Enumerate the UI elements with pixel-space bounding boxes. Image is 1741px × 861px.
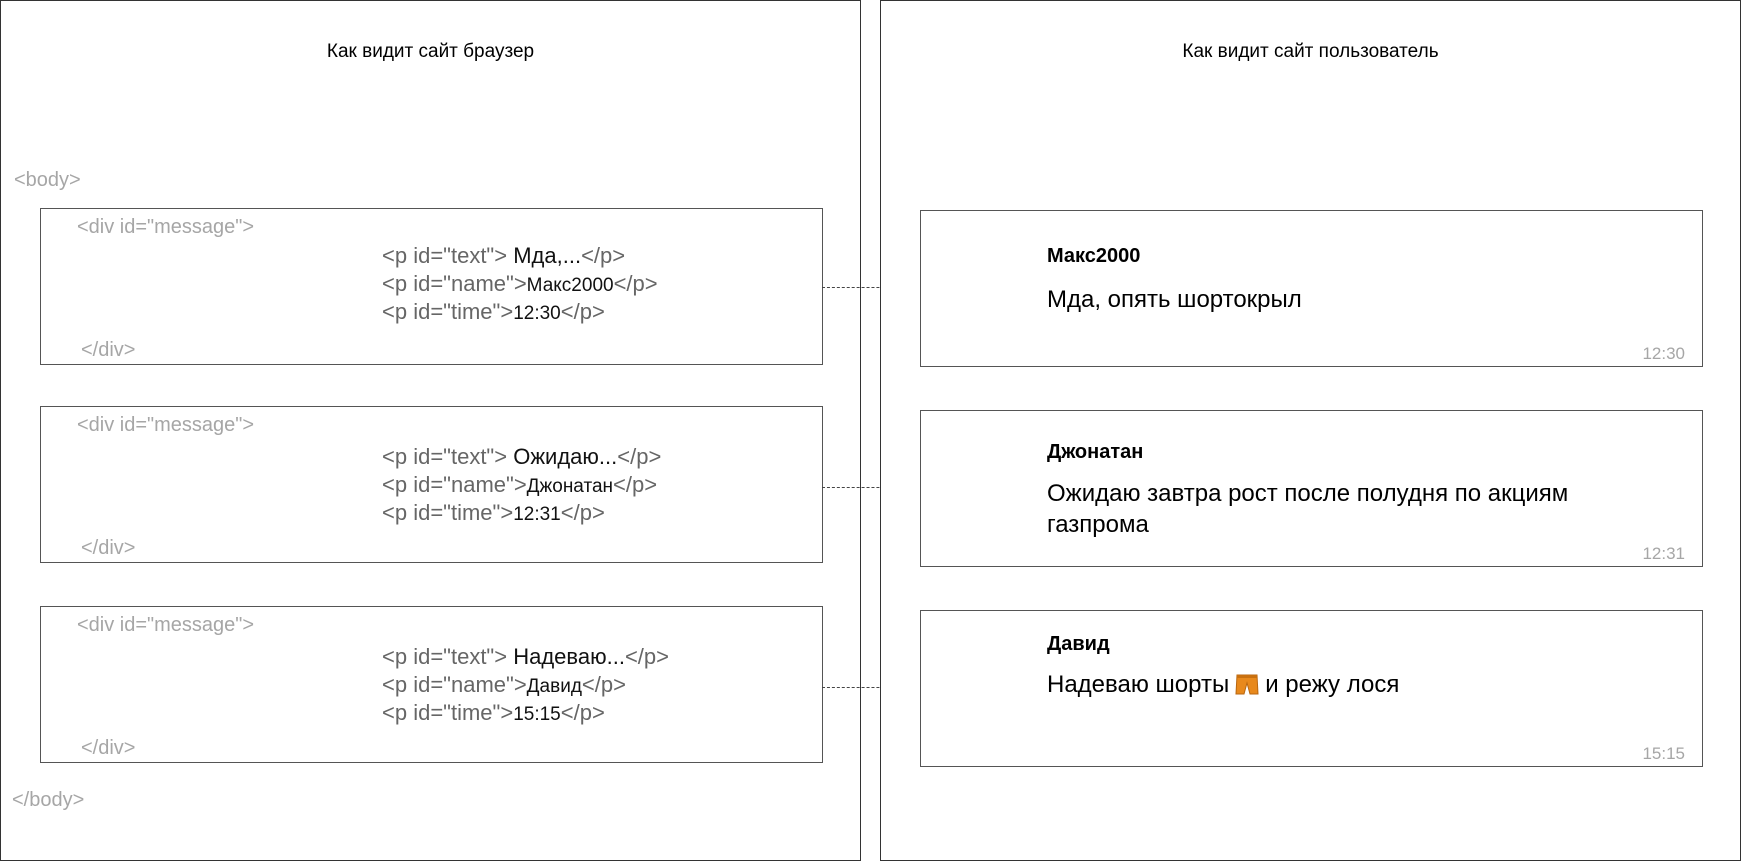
div-open-tag: <div id="message"> [77,216,255,238]
p-time-value: 12:31 [513,504,561,525]
message-author: Макс2000 [1047,245,1141,267]
p-name-value: Макс2000 [526,275,614,296]
p-name-line: <p id="name">Джонатан</p> [382,472,658,497]
p-time-line: <p id="time">12:31</p> [382,500,605,525]
p-time-value: 15:15 [513,704,561,725]
browser-view-title: Как видит сайт браузер [326,41,535,62]
message-time: 12:30 [1642,344,1685,363]
body-open-tag: <body> [14,169,81,191]
message-text: Надеваю шорты и режу лося [1047,669,1647,704]
message-time: 15:15 [1642,744,1685,763]
p-text-value: Ожидаю... [513,444,618,469]
div-open-tag: <div id="message"> [77,614,255,636]
user-view-title: Как видит сайт пользователь [1182,41,1439,62]
div-open-tag: <div id="message"> [77,414,255,436]
chat-message: Макс2000 Мда, опять шортокрыл 12:30 [920,210,1703,367]
p-time-value: 12:30 [513,303,561,324]
message-text: Мда, опять шортокрыл [1047,286,1302,313]
p-name-line: <p id="name">Макс2000</p> [382,271,658,296]
p-time-line: <p id="time">15:15</p> [382,700,605,725]
user-view-panel: Как видит сайт пользователь Макс2000 Мда… [880,0,1741,861]
body-close-tag: </body> [12,789,85,811]
p-text-line: <p id="text"> Ожидаю...</p> [382,444,662,469]
html-message-block: <div id="message"> <p id="text"> Ожидаю.… [40,406,823,563]
p-text-line: <p id="text"> Мда,...</p> [382,243,626,268]
p-time-line: <p id="time">12:30</p> [382,299,605,324]
div-close-tag: </div> [81,737,136,759]
p-name-line: <p id="name">Давид</p> [382,672,626,697]
p-text-line: <p id="text"> Надеваю...</p> [382,644,669,669]
html-message-block: <div id="message"> <p id="text"> Надеваю… [40,606,823,763]
message-author: Джонатан [1047,441,1144,463]
p-name-value: Джонатан [526,476,614,497]
div-close-tag: </div> [81,339,136,361]
div-close-tag: </div> [81,537,136,559]
html-message-block: <div id="message"> <p id="text"> Мда,...… [40,208,823,365]
p-text-value: Надеваю... [513,644,625,669]
browser-view-panel: Как видит сайт браузер <body> <div id="m… [0,0,861,861]
chat-message: Давид Надеваю шорты и режу лося 15:15 [920,610,1703,767]
message-text: Ожидаю завтра рост после полудня по акци… [1047,480,1569,538]
p-text-value: Мда,... [513,243,582,268]
chat-message: Джонатан Ожидаю завтра рост после полудн… [920,410,1703,567]
message-time: 12:31 [1642,544,1685,563]
message-author: Давид [1047,633,1110,655]
p-name-value: Давид [526,676,582,697]
shorts-icon [1235,673,1259,704]
